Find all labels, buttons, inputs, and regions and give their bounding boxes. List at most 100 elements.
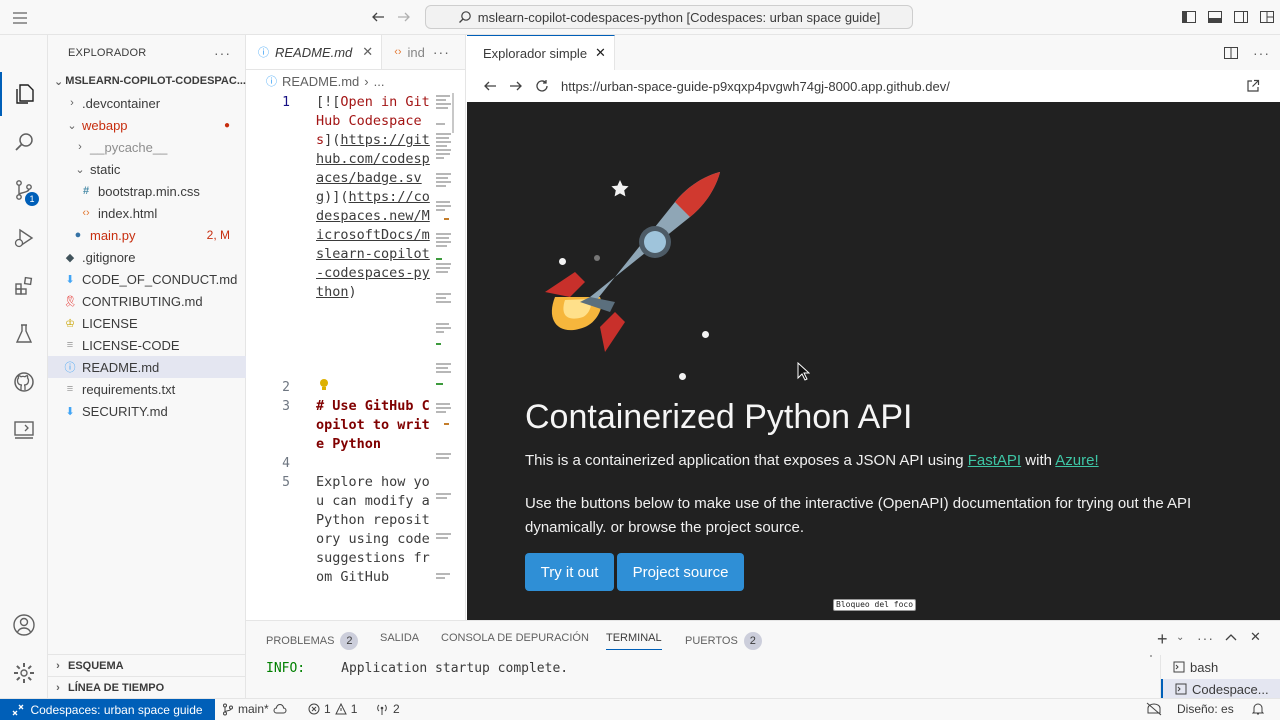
remote-label: Codespaces: urban space guide: [30, 702, 203, 717]
tree-item-devcontainer[interactable]: › .devcontainer: [48, 92, 246, 114]
tree-item-license-code[interactable]: ≡ LICENSE-CODE: [48, 334, 246, 356]
tree-item-label: bootstrap.min.css: [98, 183, 200, 199]
tree-item-pycache[interactable]: › __pycache__: [48, 136, 246, 158]
toggle-primary-sidebar-icon[interactable]: [1177, 5, 1201, 29]
chevron-right-icon: ›: [56, 659, 60, 672]
code-line-3[interactable]: # Use GitHub Copilot to write Python: [316, 397, 436, 454]
python-file-icon: ●: [74, 229, 82, 241]
tab-ports[interactable]: PUERTOS 2: [685, 632, 762, 650]
fastapi-link[interactable]: FastAPI: [968, 452, 1021, 469]
tree-item-requirements[interactable]: ≡ requirements.txt: [48, 378, 246, 400]
tree-item-label: CODE_OF_CONDUCT.md: [82, 271, 238, 287]
terminal-output[interactable]: INFO: Application startup complete.: [266, 661, 568, 676]
split-editor-icon[interactable]: [1223, 45, 1239, 61]
tree-item-security[interactable]: ⬇ SECURITY.md: [48, 400, 246, 422]
problems-indicator[interactable]: 1 1: [308, 702, 357, 716]
forward-arrow-icon[interactable]: [392, 5, 416, 29]
terminal-icon: [1173, 661, 1185, 673]
azure-link[interactable]: Azure!: [1055, 452, 1098, 469]
search-icon[interactable]: [0, 120, 48, 164]
tree-item-gitignore[interactable]: ◆ .gitignore: [48, 246, 246, 268]
url-input[interactable]: https://urban-space-guide-p9xqxp4pvgwh74…: [561, 79, 950, 94]
code-line-5[interactable]: Explore how you can modify a Python repo…: [316, 473, 436, 587]
account-icon[interactable]: [0, 603, 48, 647]
command-center[interactable]: mslearn-copilot-codespaces-python [Codes…: [425, 5, 913, 29]
settings-gear-icon[interactable]: [0, 651, 48, 695]
code-line-1[interactable]: [![Open in GitHub Codespaces](https://gi…: [316, 93, 436, 302]
tab-label: ind: [407, 44, 425, 60]
run-debug-icon[interactable]: [0, 216, 48, 260]
tab-label: TERMINAL: [606, 632, 662, 644]
back-arrow-icon[interactable]: [483, 79, 497, 93]
source-control-icon[interactable]: 1: [0, 168, 48, 212]
toggle-panel-icon[interactable]: [1203, 5, 1227, 29]
license-file-icon: ♔: [65, 317, 75, 330]
customize-layout-icon[interactable]: [1255, 5, 1279, 29]
tree-item-license[interactable]: ♔ LICENSE: [48, 312, 246, 334]
explorer-header: EXPLORADOR ···: [48, 35, 245, 70]
tree-item-webapp[interactable]: ⌄ webapp ●: [48, 114, 246, 136]
new-terminal-icon[interactable]: +: [1157, 629, 1168, 650]
copilot-status-icon[interactable]: [1146, 702, 1162, 716]
toggle-secondary-sidebar-icon[interactable]: [1229, 5, 1253, 29]
lightbulb-icon[interactable]: [318, 378, 330, 392]
web-page: Containerized Python API This is a conta…: [467, 102, 1280, 620]
more-actions-icon[interactable]: ···: [214, 45, 231, 61]
breadcrumb-more[interactable]: ...: [374, 74, 385, 89]
outline-section-header[interactable]: › ESQUEMA: [48, 654, 246, 676]
notifications-bell-icon[interactable]: [1252, 702, 1264, 715]
more-actions-icon[interactable]: ···: [433, 44, 450, 60]
project-source-button[interactable]: Project source: [617, 553, 744, 591]
remote-indicator[interactable]: Codespaces: urban space guide: [0, 699, 215, 720]
tab-output[interactable]: SALIDA: [380, 632, 419, 644]
tree-item-contributing[interactable]: 🎗 CONTRIBUTING.md: [48, 290, 246, 312]
close-icon[interactable]: ✕: [362, 44, 373, 60]
menu-icon[interactable]: [12, 11, 36, 25]
close-panel-icon[interactable]: ✕: [1250, 629, 1261, 645]
more-actions-icon[interactable]: ···: [1253, 45, 1270, 61]
ports-indicator[interactable]: 2: [375, 702, 400, 716]
branch-indicator[interactable]: main*: [222, 702, 287, 716]
tree-item-main-py[interactable]: ● main.py 2, M: [48, 224, 246, 246]
tab-readme[interactable]: ⓘ README.md ✕: [246, 35, 383, 69]
github-icon[interactable]: [0, 360, 48, 404]
tree-item-label: README.md: [82, 359, 160, 375]
tab-index-html[interactable]: ‹› ind: [382, 35, 429, 69]
info-file-icon: ⓘ: [64, 362, 76, 374]
remote-explorer-icon[interactable]: [0, 408, 48, 452]
text-file-icon: ≡: [66, 383, 74, 395]
keyboard-layout-indicator[interactable]: Diseño: es: [1177, 702, 1234, 716]
back-arrow-icon[interactable]: [366, 5, 390, 29]
forward-arrow-icon[interactable]: [509, 79, 523, 93]
open-in-browser-icon[interactable]: [1246, 79, 1260, 93]
chevron-down-icon[interactable]: ⌄: [1176, 632, 1184, 643]
terminal-item-codespace[interactable]: Codespace...: [1161, 679, 1280, 699]
terminal-item-bash[interactable]: bash: [1161, 657, 1280, 677]
more-actions-icon[interactable]: ···: [1197, 630, 1214, 646]
tab-debug-console[interactable]: CONSOLA DE DEPURACIÓN: [441, 632, 589, 644]
minimap[interactable]: [434, 93, 454, 620]
code-link[interactable]: https://codespaces.new/MicrosoftDocs/msl…: [316, 189, 430, 300]
tree-item-index-html[interactable]: ‹› index.html: [48, 202, 246, 224]
testing-flask-icon[interactable]: [0, 312, 48, 356]
extensions-icon[interactable]: [0, 264, 48, 308]
try-it-out-button[interactable]: Try it out: [525, 553, 614, 591]
tab-terminal[interactable]: TERMINAL: [606, 632, 662, 650]
tree-item-code-of-conduct[interactable]: ⬇ CODE_OF_CONDUCT.md: [48, 268, 246, 290]
explorer-root-folder[interactable]: ⌄ MSLEARN-COPILOT-CODESPAC...: [48, 70, 246, 92]
tree-item-static[interactable]: ⌄ static: [48, 158, 246, 180]
problems-count-badge: 2: [340, 632, 359, 650]
timeline-section-header[interactable]: › LÍNEA DE TIEMPO: [48, 676, 246, 698]
tab-problems[interactable]: PROBLEMAS 2: [266, 632, 359, 650]
maximize-panel-icon[interactable]: [1225, 632, 1237, 642]
ports-count-badge: 2: [743, 632, 762, 650]
markdown-download-icon: ⬇: [65, 405, 75, 418]
tab-simple-browser[interactable]: Explorador simple ✕: [467, 35, 615, 70]
breadcrumb-file[interactable]: README.md: [282, 74, 359, 89]
reload-icon[interactable]: [535, 79, 549, 93]
close-icon[interactable]: ✕: [595, 45, 606, 61]
explorer-icon[interactable]: [0, 72, 48, 116]
tree-item-readme[interactable]: ⓘ README.md: [48, 356, 246, 378]
tree-item-bootstrap-css[interactable]: # bootstrap.min.css: [48, 180, 246, 202]
browser-nav-bar: https://urban-space-guide-p9xqxp4pvgwh74…: [467, 70, 1280, 103]
